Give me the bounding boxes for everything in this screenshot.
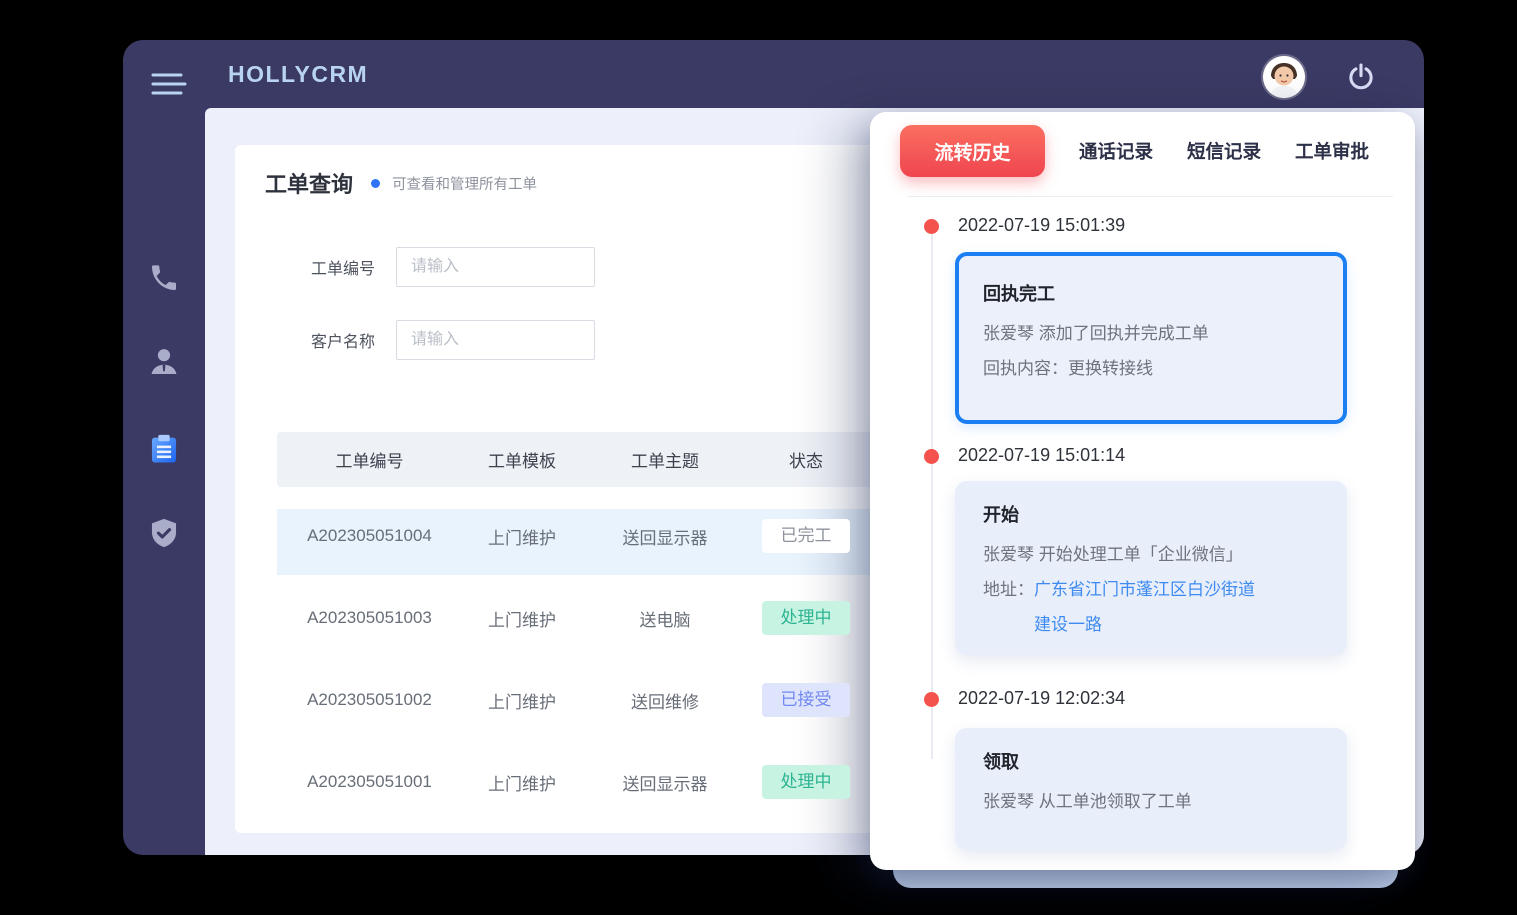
timeline-card-claim: 领取 张爱琴 从工单池领取了工单 xyxy=(955,728,1347,850)
timeline-card-title: 领取 xyxy=(983,748,1323,774)
cell-template: 上门维护 xyxy=(462,606,582,631)
address-label: 地址： xyxy=(983,580,1034,599)
sidebar-item-security[interactable] xyxy=(144,513,184,553)
cell-template: 上门维护 xyxy=(462,688,582,713)
sidebar-item-contacts[interactable] xyxy=(144,342,184,382)
tabs-divider xyxy=(908,196,1393,197)
power-icon[interactable] xyxy=(1345,61,1377,93)
col-header-subject: 工单主题 xyxy=(582,447,748,472)
cell-subject: 送电脑 xyxy=(582,606,748,631)
timeline-dot xyxy=(924,692,939,707)
page-title: 工单查询 xyxy=(265,167,353,199)
avatar[interactable] xyxy=(1263,56,1305,98)
address-link[interactable]: 广东省江门市蓬江区白沙街道 xyxy=(1034,580,1255,599)
timeline-card-reply-complete[interactable]: 回执完工 张爱琴 添加了回执并完成工单 回执内容：更换转接线 xyxy=(955,252,1347,424)
status-badge: 已接受 xyxy=(762,683,850,717)
timeline-dot xyxy=(924,449,939,464)
timeline-card-line: 张爱琴 添加了回执并完成工单 xyxy=(983,316,1323,351)
timeline-timestamp: 2022-07-19 15:01:14 xyxy=(958,445,1125,466)
status-badge: 已完工 xyxy=(762,519,850,553)
timeline-card-title: 开始 xyxy=(983,501,1323,527)
cell-subject: 送回显示器 xyxy=(582,524,748,549)
cell-subject: 送回显示器 xyxy=(582,770,748,795)
customer-name-input[interactable] xyxy=(396,320,595,360)
sidebar-item-workorders[interactable] xyxy=(144,429,184,469)
cell-order-id: A202305051002 xyxy=(277,690,462,710)
order-id-input[interactable] xyxy=(396,247,595,287)
timeline-card-line: 回执内容：更换转接线 xyxy=(983,351,1323,386)
col-header-status: 状态 xyxy=(748,447,864,472)
address-link[interactable]: 建设一路 xyxy=(1034,615,1102,634)
tab-sms-records[interactable]: 短信记录 xyxy=(1187,138,1261,164)
sidebar-item-phone[interactable] xyxy=(144,258,184,298)
status-badge: 处理中 xyxy=(762,765,850,799)
col-header-order-id: 工单编号 xyxy=(277,447,462,472)
menu-icon[interactable] xyxy=(150,70,188,100)
brand-logo: HOLLYCRM xyxy=(228,40,368,108)
tab-order-approval[interactable]: 工单审批 xyxy=(1295,138,1369,164)
timeline-connector xyxy=(931,234,933,759)
phone-icon xyxy=(148,262,180,294)
field-label-order-id: 工单编号 xyxy=(235,255,375,279)
timeline-card-start: 开始 张爱琴 开始处理工单「企业微信」 地址：广东省江门市蓬江区白沙街道 建设一… xyxy=(955,481,1347,655)
timeline-card-line: 张爱琴 从工单池领取了工单 xyxy=(983,784,1323,819)
col-header-template: 工单模板 xyxy=(462,447,582,472)
field-label-customer-name: 客户名称 xyxy=(235,328,375,352)
hamburger-lines xyxy=(150,70,188,100)
avatar-image xyxy=(1263,56,1305,98)
power-glyph xyxy=(1345,61,1377,93)
timeline-timestamp: 2022-07-19 12:02:34 xyxy=(958,688,1125,709)
screenshot-stage: HOLLYCRM xyxy=(0,0,1517,915)
cell-template: 上门维护 xyxy=(462,524,582,549)
panel-tabs: 流转历史 通话记录 短信记录 工单审批 xyxy=(900,125,1369,177)
subtitle-dot-icon xyxy=(371,179,380,188)
cell-order-id: A202305051003 xyxy=(277,608,462,628)
tab-flow-history[interactable]: 流转历史 xyxy=(900,125,1045,177)
history-panel: 流转历史 通话记录 短信记录 工单审批 2022-07-19 15:01:39 … xyxy=(870,112,1415,870)
tab-call-records[interactable]: 通话记录 xyxy=(1079,138,1153,164)
clipboard-icon xyxy=(147,432,181,466)
cell-template: 上门维护 xyxy=(462,770,582,795)
sidebar xyxy=(123,108,205,855)
shield-check-icon xyxy=(147,516,181,550)
timeline-dot xyxy=(924,219,939,234)
cell-order-id: A202305051004 xyxy=(277,526,462,546)
status-badge: 处理中 xyxy=(762,601,850,635)
person-icon xyxy=(147,345,181,379)
timeline-card-line: 张爱琴 开始处理工单「企业微信」 xyxy=(983,537,1323,572)
cell-order-id: A202305051001 xyxy=(277,772,462,792)
page-subtitle: 可查看和管理所有工单 xyxy=(392,173,537,194)
timeline-card-title: 回执完工 xyxy=(983,280,1323,306)
cell-subject: 送回维修 xyxy=(582,688,748,713)
timeline-timestamp: 2022-07-19 15:01:39 xyxy=(958,215,1125,236)
